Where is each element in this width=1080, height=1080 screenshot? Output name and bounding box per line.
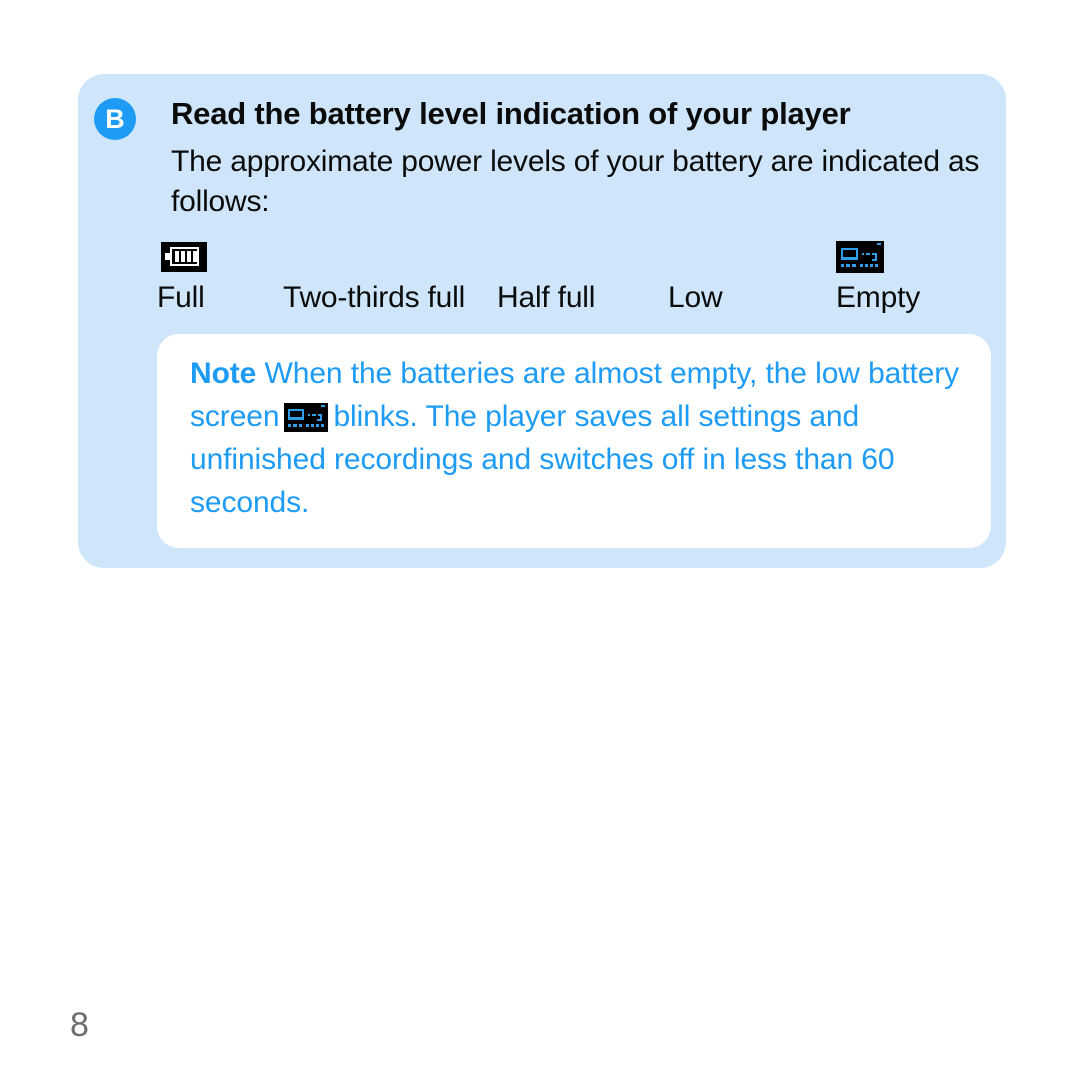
lcd-segment-5: [317, 419, 323, 421]
full-battery-icon: [161, 242, 207, 272]
battery-bar-3: [187, 251, 191, 262]
battery-level-label-two-thirds-full: Two-thirds full: [283, 281, 466, 314]
lcd-segment-2: [866, 253, 870, 255]
lcd-footer-segment-3: [299, 424, 303, 427]
lcd-footer-segment-5: [865, 264, 868, 267]
lcd-footer-segment-3: [852, 264, 856, 267]
page-title: Read the battery level indication of you…: [171, 96, 851, 131]
step-badge-b: B: [94, 98, 136, 140]
lcd-battery-fill-shape: [288, 417, 305, 420]
battery-level-label-empty: Empty: [836, 281, 921, 314]
lcd-footer-segment-6: [870, 264, 873, 267]
lcd-footer-segment-7: [321, 424, 325, 427]
lcd-segment-5: [872, 259, 877, 261]
lcd-footer-segment-6: [316, 424, 320, 427]
lcd-battery-fill-shape: [841, 257, 858, 260]
empty-battery-icon: [836, 241, 884, 273]
note-card: Note When the batteries are almost empty…: [157, 334, 991, 548]
battery-level-label-low: Low: [668, 281, 723, 314]
lcd-footer-segment-2: [846, 264, 850, 267]
battery-bar-4: [193, 251, 197, 262]
lcd-segment-2: [312, 414, 317, 416]
note-text: Note When the batteries are almost empty…: [190, 352, 965, 524]
lcd-corner-tick: [321, 405, 326, 407]
lcd-segment-1: [862, 253, 864, 255]
lcd-corner-tick: [877, 243, 881, 245]
battery-level-label-half-full: Half full: [497, 281, 596, 314]
lcd-footer-segment-5: [311, 424, 315, 427]
battery-info-panel: B Read the battery level indication of y…: [78, 74, 1006, 568]
lcd-footer-segment-4: [306, 424, 310, 427]
low-battery-screen-icon: [284, 403, 329, 432]
lcd-footer-segment-1: [288, 424, 292, 427]
step-body-text: The approximate power levels of your bat…: [171, 145, 980, 218]
lcd-footer-segment-4: [860, 264, 863, 267]
lcd-footer-segment-2: [293, 424, 298, 427]
battery-icon-row: [78, 241, 1006, 280]
step-heading-row: B Read the battery level indication of y…: [94, 96, 994, 140]
battery-bar-2: [181, 251, 185, 262]
note-label: Note: [190, 357, 257, 390]
battery-level-label-row: Full Two-thirds full Half full Low Empty: [78, 280, 1006, 320]
lcd-footer-segment-7: [875, 264, 878, 267]
lcd-segment-1: [308, 414, 311, 416]
battery-bar-1: [175, 251, 179, 262]
lcd-footer-segment-1: [841, 264, 844, 267]
page-number: 8: [70, 1006, 89, 1044]
battery-level-label-full: Full: [157, 281, 205, 314]
